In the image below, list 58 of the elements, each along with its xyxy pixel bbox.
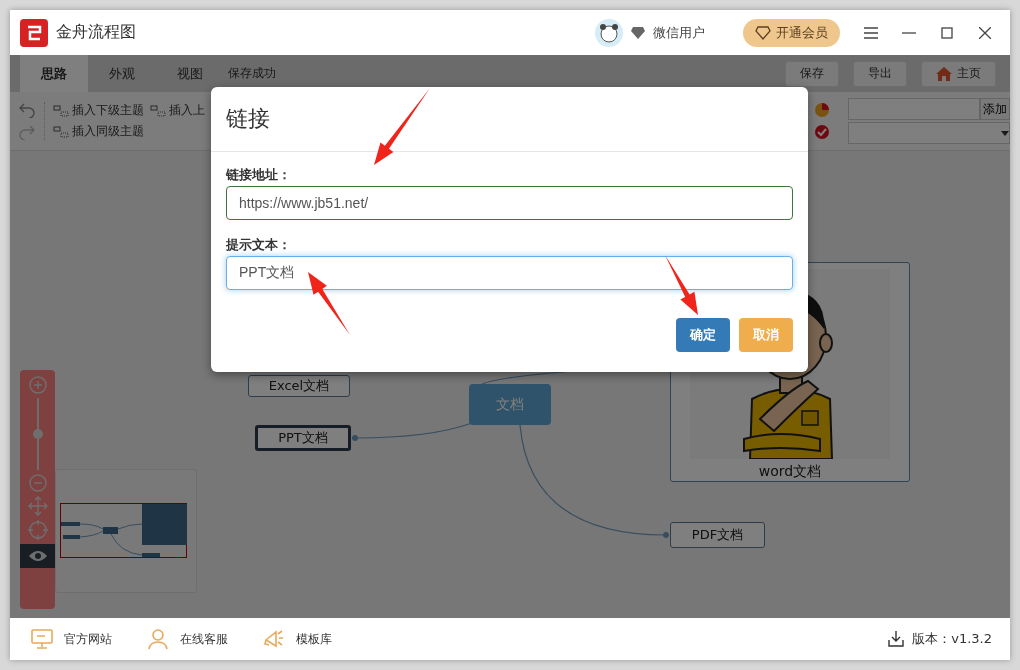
avatar-icon[interactable]: [595, 18, 623, 47]
export-button[interactable]: 导出: [853, 60, 907, 87]
annotation-arrow: [665, 255, 698, 315]
save-button[interactable]: 保存: [785, 60, 839, 87]
app-logo-icon: [20, 18, 48, 47]
topic-node[interactable]: PDF文档: [670, 522, 765, 548]
add-button[interactable]: 添加: [980, 98, 1010, 120]
confirm-button[interactable]: 确定: [676, 318, 730, 352]
dialog-title: 链接: [226, 105, 270, 133]
topic-icon: [53, 125, 69, 138]
target-icon[interactable]: [27, 520, 48, 540]
diamond-icon: [631, 26, 645, 39]
megaphone-icon: [262, 628, 286, 650]
check-icon[interactable]: [814, 124, 830, 140]
home-button[interactable]: 主页: [921, 60, 996, 87]
caret-icon: [1001, 130, 1009, 136]
undo-icon[interactable]: [18, 102, 36, 118]
monitor-icon: [30, 628, 54, 650]
menu-icon: [864, 26, 878, 39]
input-field[interactable]: PPT文档: [226, 256, 793, 290]
topic-icon: [53, 104, 69, 117]
zoom-in-icon[interactable]: [28, 376, 47, 394]
version-text: 版本：v1.3.2: [912, 630, 992, 648]
redo-icon[interactable]: [18, 124, 36, 140]
topic-node[interactable]: Excel文档: [248, 375, 350, 397]
insert-topic-button[interactable]: 插入上: [150, 102, 205, 119]
field-label: 提示文本：: [226, 236, 292, 254]
vip-button[interactable]: 开通会员: [743, 18, 840, 47]
footer-link[interactable]: 在线客服: [146, 628, 228, 650]
diamond-icon: [755, 25, 771, 40]
text-field[interactable]: [848, 98, 980, 120]
save-status: 保存成功: [228, 65, 276, 82]
close-icon: [979, 26, 991, 39]
input-field[interactable]: https://www.jb51.net/: [226, 186, 793, 220]
footer-link[interactable]: 模板库: [262, 628, 332, 650]
eye-button[interactable]: [20, 544, 55, 568]
footer-link[interactable]: 官方网站: [30, 628, 112, 650]
person-icon: [146, 628, 170, 650]
zoom-out-icon[interactable]: [28, 474, 47, 492]
topic-node[interactable]: PPT文档: [255, 425, 351, 451]
insert-topic-button[interactable]: 插入同级主题: [53, 123, 144, 140]
topic-icon: [150, 104, 166, 117]
annotation-arrow: [308, 272, 350, 335]
field-label: 链接地址：: [226, 166, 292, 184]
download-icon[interactable]: [888, 631, 905, 647]
minimize-icon: [902, 31, 916, 34]
tab[interactable]: 思路: [20, 55, 88, 92]
slider-thumb[interactable]: [32, 429, 43, 439]
node-label: word文档: [758, 463, 822, 481]
user-name[interactable]: 微信用户: [653, 23, 705, 42]
maximize-icon: [941, 26, 953, 39]
pie-chart-icon[interactable]: [814, 102, 830, 118]
eye-icon: [27, 549, 48, 563]
window-title: 金舟流程图: [56, 22, 136, 43]
insert-topic-button[interactable]: 插入下级主题: [53, 102, 144, 119]
move-icon[interactable]: [27, 496, 48, 516]
minimap-drawing[interactable]: [60, 503, 188, 559]
home-icon: [936, 66, 952, 81]
